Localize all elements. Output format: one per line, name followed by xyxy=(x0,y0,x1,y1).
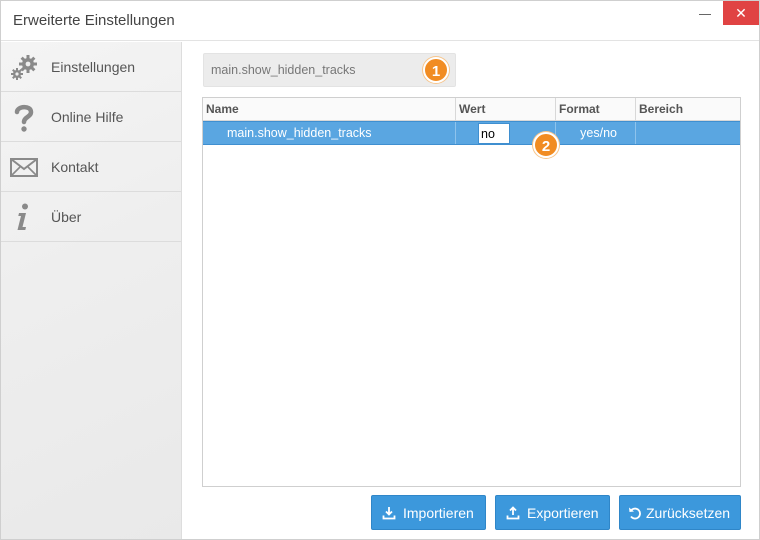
column-header-format[interactable]: Format xyxy=(556,98,636,120)
table-header: Name Wert Format Bereich xyxy=(203,98,740,121)
sidebar-item-label: Online Hilfe xyxy=(51,109,124,125)
settings-window: Erweiterte Einstellungen ✕ Einstellungen… xyxy=(0,0,760,540)
column-header-wert[interactable]: Wert xyxy=(456,98,556,120)
import-label: Importieren xyxy=(403,505,474,521)
step-badge: 2 xyxy=(533,132,559,158)
sidebar: Einstellungen Online Hilfe Kontakt Über xyxy=(1,42,182,539)
undo-icon xyxy=(629,507,641,520)
main-panel: 1 Name Wert Format Bereich main.show_hid… xyxy=(183,42,759,539)
reset-label: Zurücksetzen xyxy=(646,505,731,521)
sidebar-item-label: Einstellungen xyxy=(51,59,136,75)
close-button[interactable]: ✕ xyxy=(723,1,759,25)
minimize-button[interactable] xyxy=(693,1,719,27)
import-button[interactable]: Importieren xyxy=(371,495,486,530)
sidebar-item-label: Über xyxy=(51,209,82,225)
cell-format: yes/no xyxy=(556,122,636,144)
export-label: Exportieren xyxy=(527,505,599,521)
envelope-icon xyxy=(10,158,38,177)
sidebar-item-kontakt[interactable]: Kontakt xyxy=(1,142,181,192)
sidebar-item-einstellungen[interactable]: Einstellungen xyxy=(1,42,181,92)
export-button[interactable]: Exportieren xyxy=(495,495,610,530)
title-bar: Erweiterte Einstellungen ✕ xyxy=(1,1,759,41)
cell-name: main.show_hidden_tracks xyxy=(203,122,456,144)
cell-bereich xyxy=(636,122,740,144)
minimize-icon xyxy=(699,14,711,15)
sidebar-item-ueber[interactable]: Über xyxy=(1,192,181,242)
settings-table: Name Wert Format Bereich main.show_hidde… xyxy=(202,97,741,487)
value-edit-field[interactable] xyxy=(478,123,510,144)
window-title: Erweiterte Einstellungen xyxy=(13,12,175,29)
search-input[interactable] xyxy=(203,53,456,87)
table-row[interactable]: main.show_hidden_tracks yes/no xyxy=(203,121,740,145)
info-icon xyxy=(17,203,28,230)
download-icon xyxy=(382,507,396,520)
upload-icon xyxy=(506,506,520,520)
column-header-name[interactable]: Name xyxy=(203,98,456,120)
step-badge: 1 xyxy=(423,57,449,83)
gears-icon xyxy=(11,55,37,80)
sidebar-item-online-hilfe[interactable]: Online Hilfe xyxy=(1,92,181,142)
question-icon xyxy=(14,104,34,132)
column-header-bereich[interactable]: Bereich xyxy=(636,98,740,120)
sidebar-item-label: Kontakt xyxy=(51,159,99,175)
reset-button[interactable]: Zurücksetzen xyxy=(619,495,741,530)
